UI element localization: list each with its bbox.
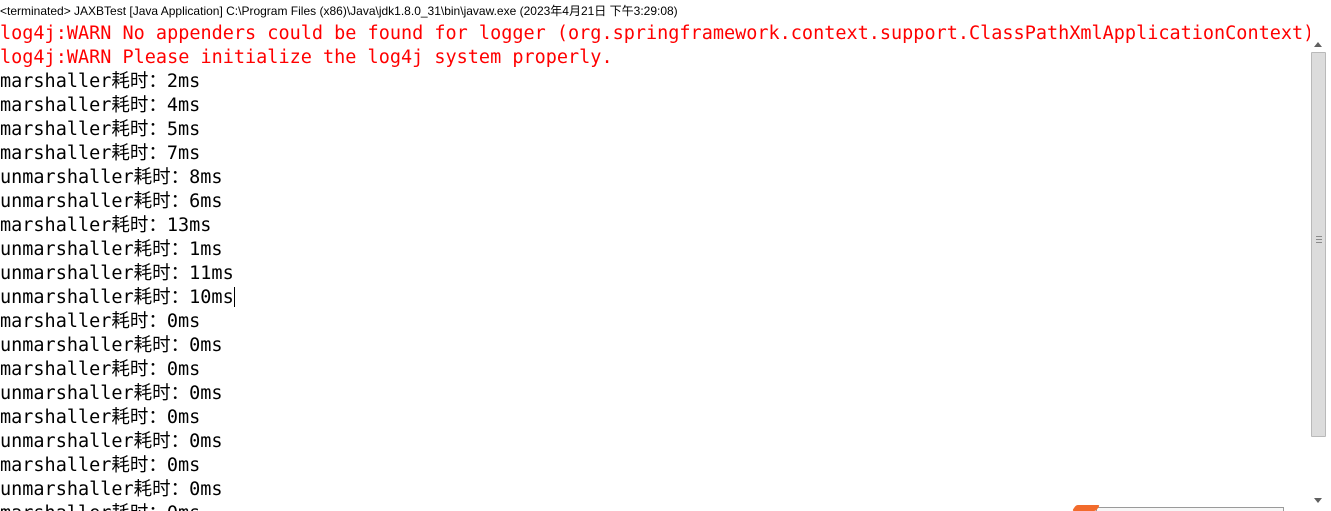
arrow-up-icon[interactable] (1314, 42, 1322, 47)
console-stdout-line: marshaller耗时：2ms (0, 70, 1310, 94)
console-line-text: log4j:WARN Please initialize the log4j s… (0, 47, 613, 68)
bottom-popup-overlay (1071, 503, 1306, 511)
console-line-text: unmarshaller耗时：0ms (0, 431, 223, 452)
console-output[interactable]: log4j:WARN No appenders could be found f… (0, 22, 1310, 511)
console-line-text: marshaller耗时：4ms (0, 95, 201, 116)
console-line-text: marshaller耗时：13ms (0, 215, 212, 236)
console-line-text: unmarshaller耗时：10ms (0, 287, 234, 308)
grip-lines-icon (1316, 236, 1322, 243)
popup-box (1096, 507, 1284, 511)
console-line-text: marshaller耗时：0ms (0, 311, 201, 332)
console-stdout-line: unmarshaller耗时：1ms (0, 238, 1310, 262)
console-line-text: unmarshaller耗时：8ms (0, 167, 223, 188)
console-view[interactable]: <terminated> JAXBTest [Java Application]… (0, 0, 1331, 511)
console-stdout-line: unmarshaller耗时：11ms (0, 262, 1310, 286)
console-stdout-line: marshaller耗时：0ms (0, 358, 1310, 382)
console-stderr-line: log4j:WARN Please initialize the log4j s… (0, 46, 1310, 70)
console-line-text: unmarshaller耗时：6ms (0, 191, 223, 212)
orange-pointer-icon (1071, 505, 1101, 511)
console-stdout-line: unmarshaller耗时：0ms (0, 382, 1310, 406)
console-line-text: marshaller耗时：7ms (0, 143, 201, 164)
console-stdout-line: marshaller耗时：4ms (0, 94, 1310, 118)
console-stdout-line: unmarshaller耗时：0ms (0, 478, 1310, 502)
scrollbar-thumb[interactable] (1311, 52, 1326, 437)
console-line-text: marshaller耗时：0ms (0, 359, 201, 380)
arrow-down-icon[interactable] (1314, 498, 1322, 503)
console-stderr-line: log4j:WARN No appenders could be found f… (0, 22, 1310, 46)
console-stdout-line: unmarshaller耗时：10ms (0, 286, 1310, 310)
console-stdout-line: marshaller耗时：5ms (0, 118, 1310, 142)
console-line-text: marshaller耗时：2ms (0, 71, 201, 92)
console-title: <terminated> JAXBTest [Java Application]… (0, 4, 678, 18)
console-stdout-line: unmarshaller耗时：0ms (0, 334, 1310, 358)
console-stdout-line: marshaller耗时：0ms (0, 454, 1310, 478)
console-line-text: unmarshaller耗时：1ms (0, 239, 223, 260)
console-line-text: unmarshaller耗时：0ms (0, 383, 223, 404)
console-stdout-line: unmarshaller耗时：0ms (0, 430, 1310, 454)
console-stdout-line: unmarshaller耗时：6ms (0, 190, 1310, 214)
console-line-text: marshaller耗时：0ms (0, 503, 200, 511)
console-line-text: log4j:WARN No appenders could be found f… (0, 23, 1310, 44)
console-stdout-line: marshaller耗时：0ms (0, 406, 1310, 430)
console-line-text: marshaller耗时：0ms (0, 407, 201, 428)
console-line-text: unmarshaller耗时：0ms (0, 479, 223, 500)
text-caret (233, 287, 235, 307)
console-line-text: unmarshaller耗时：11ms (0, 263, 234, 284)
console-stdout-line: marshaller耗时：7ms (0, 142, 1310, 166)
console-line-text: marshaller耗时：5ms (0, 119, 201, 140)
console-stdout-line: marshaller耗时：13ms (0, 214, 1310, 238)
console-stdout-line: marshaller耗时：0ms (0, 310, 1310, 334)
console-line-text: unmarshaller耗时：0ms (0, 335, 223, 356)
console-line-text: marshaller耗时：0ms (0, 455, 201, 476)
console-stdout-line: unmarshaller耗时：8ms (0, 166, 1310, 190)
